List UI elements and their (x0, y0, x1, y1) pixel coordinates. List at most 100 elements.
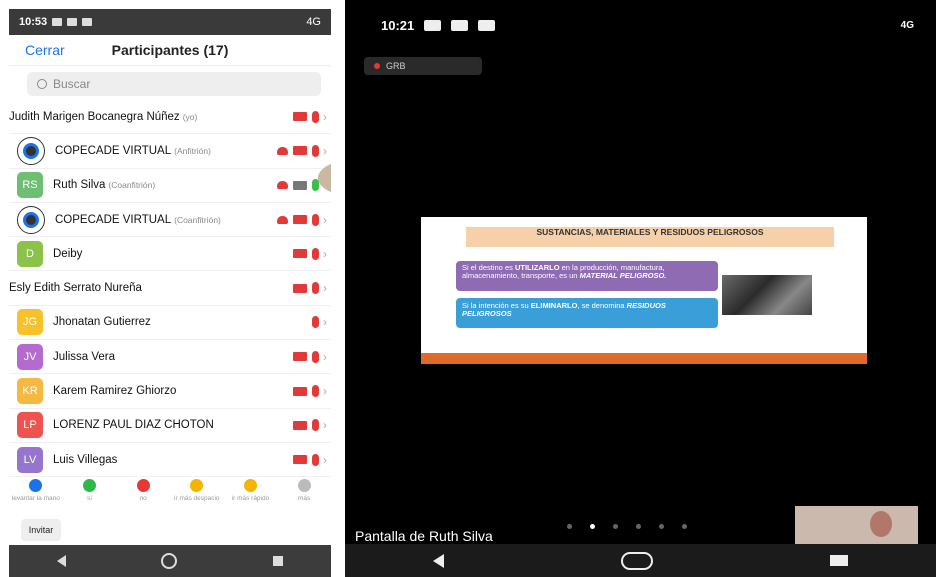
mic-off-icon (312, 385, 319, 398)
home-icon[interactable] (620, 551, 653, 570)
recording-indicator: GRB (364, 57, 482, 75)
search-placeholder: Buscar (53, 77, 91, 91)
participant-name-text: Ruth Silva (53, 179, 106, 192)
video-off-icon (293, 420, 307, 430)
participant-row[interactable]: JG Jhonatan Gutierrez › (9, 306, 331, 341)
chevron-right-icon: › (323, 212, 327, 227)
participant-row[interactable]: LP LORENZ PAUL DIAZ CHOTON › (9, 409, 331, 443)
participant-status-icons: › (293, 350, 327, 364)
reaction-button[interactable]: ir más despacio (172, 475, 222, 517)
participant-status-icons: › (293, 110, 327, 124)
chevron-right-icon: › (323, 281, 327, 296)
participant-name: COPECADE VIRTUAL (Coanfitrión) (55, 214, 277, 226)
reaction-icon (29, 479, 43, 492)
avatar: D (17, 240, 43, 267)
participant-row[interactable]: D Deiby › (9, 237, 331, 272)
slide-title: SUSTANCIAS, MATERIALES Y RESIDUOS PELIGR… (466, 227, 834, 247)
mic-off-icon (312, 144, 319, 157)
participant-row[interactable]: Esly Edith Serrato Nureña › (9, 158, 331, 306)
page-dot[interactable] (682, 524, 687, 529)
participant-status-icons: › (277, 144, 327, 158)
mic-off-icon (312, 282, 319, 295)
recent-apps-icon[interactable] (829, 555, 848, 566)
reaction-icon (190, 479, 204, 492)
participant-row[interactable]: KR Karem Ramirez Ghiorzo › (9, 374, 331, 409)
video-off-icon (293, 112, 307, 122)
video-off-icon (293, 352, 307, 362)
reaction-button[interactable]: más (279, 475, 329, 517)
participant-row[interactable]: LV Luis Villegas › (9, 443, 331, 478)
participant-name-text: Julissa Vera (53, 350, 116, 363)
network-indicator: 4G (306, 16, 321, 28)
participant-name: Ruth Silva (Coanfitrión) (53, 179, 277, 191)
participant-name: Deiby (53, 248, 293, 260)
reaction-icon (136, 479, 150, 492)
box1-em: MATERIAL PELIGROSO. (579, 271, 667, 280)
page-dot[interactable] (567, 524, 572, 529)
participant-name: Judith Marigen Bocanegra Núñez (yo) (9, 111, 293, 123)
reaction-icon (82, 479, 96, 492)
calendar-icon (451, 19, 469, 31)
video-off-icon (293, 249, 307, 259)
status-bar: 10:21 4G (345, 10, 936, 40)
participant-role: (Coanfitrión) (108, 180, 156, 191)
participant-status-icons: › (277, 213, 327, 227)
participant-name: Jhonatan Gutierrez (53, 316, 312, 328)
chevron-right-icon: › (323, 384, 327, 399)
participant-name: Karem Ramirez Ghiorzo (53, 385, 293, 397)
avatar (17, 205, 45, 234)
search-input[interactable]: Buscar (27, 72, 321, 96)
reaction-button[interactable]: levantar la mano (11, 475, 61, 517)
participants-header: Cerrar Participantes (17) (9, 35, 331, 66)
participant-status-icons: › (293, 281, 327, 295)
reaction-button[interactable]: no (118, 475, 168, 517)
reaction-label: sí (86, 495, 93, 502)
box2-bold: ELIMINARLO (530, 301, 578, 310)
search-icon (37, 79, 47, 89)
reaction-label: ir más rápido (231, 495, 270, 502)
invite-button[interactable]: Invitar (21, 519, 61, 541)
reaction-button[interactable]: ir más rápido (225, 475, 275, 517)
chevron-right-icon: › (323, 143, 327, 158)
reactions-bar: levantar la mano sí no ir más despacio ir má… (9, 475, 331, 517)
calendar-icon (82, 18, 93, 26)
presentation-slide: SUSTANCIAS, MATERIALES Y RESIDUOS PELIGR… (421, 217, 867, 364)
chevron-right-icon: › (323, 246, 327, 261)
close-button[interactable]: Cerrar (25, 42, 65, 58)
avatar: KR (17, 378, 43, 405)
mic-off-icon (312, 213, 319, 226)
participant-row[interactable]: JV Julissa Vera › (9, 340, 331, 375)
video-thumbnail[interactable] (795, 506, 918, 548)
mic-off-icon (312, 247, 319, 260)
page-dot[interactable] (659, 524, 664, 529)
back-icon[interactable] (56, 555, 66, 567)
participant-face (870, 511, 892, 537)
participant-row[interactable]: COPECADE VIRTUAL (Coanfitrión) › (9, 203, 331, 238)
participants-panel: 10:53 4G Cerrar Participantes (17) Busca… (9, 9, 331, 577)
participant-name-text: COPECADE VIRTUAL (55, 144, 172, 157)
record-dot-icon (374, 63, 380, 69)
back-icon[interactable] (433, 553, 445, 568)
home-icon[interactable] (161, 553, 178, 569)
participant-name-text: Judith Marigen Bocanegra Núñez (9, 110, 180, 123)
participant-name-text: LORENZ PAUL DIAZ CHOTON (53, 419, 214, 432)
facebook-icon (478, 19, 496, 31)
reaction-button[interactable]: sí (64, 475, 114, 517)
avatar (17, 136, 45, 165)
page-dot[interactable] (636, 524, 641, 529)
status-time: 10:21 (381, 17, 415, 33)
mic-off-icon (312, 453, 319, 466)
avatar: RS (17, 172, 43, 199)
participant-row[interactable]: RSRuth Silva(Coanfitrión)› (9, 169, 331, 203)
participant-name-text: Luis Villegas (53, 453, 118, 466)
chevron-right-icon: › (323, 349, 327, 364)
participant-row[interactable]: COPECADE VIRTUAL (Anfitrión) › (9, 134, 331, 169)
page-dot[interactable] (613, 524, 618, 529)
recent-apps-icon[interactable] (273, 556, 284, 566)
participant-row[interactable]: Judith Marigen Bocanegra Núñez (yo) › (9, 100, 331, 198)
mic-off-icon (312, 110, 319, 123)
participant-name: Julissa Vera (53, 351, 293, 363)
avatar: LP (17, 412, 43, 439)
participant-role: (Coanfitrión) (174, 214, 221, 225)
page-dot-active[interactable] (590, 524, 595, 529)
